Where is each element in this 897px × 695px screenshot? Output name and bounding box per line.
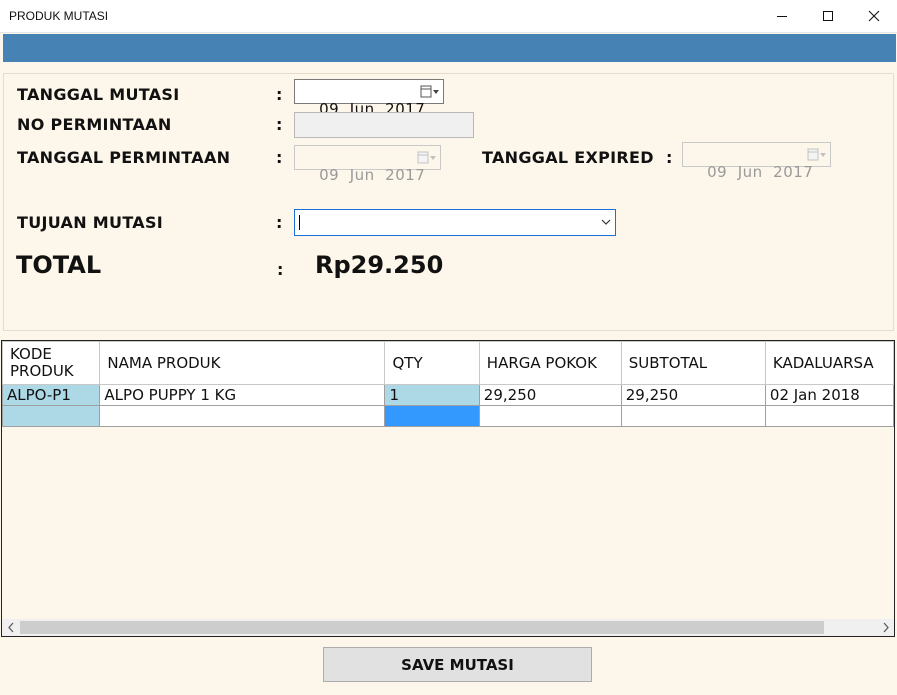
close-button[interactable] bbox=[851, 0, 897, 32]
header-bar bbox=[3, 34, 896, 62]
total-label: TOTAL bbox=[16, 251, 102, 279]
cell-subtotal[interactable]: 29,250 bbox=[620, 384, 766, 406]
minimize-button[interactable] bbox=[759, 0, 805, 32]
title-bar: PRODUK MUTASI bbox=[0, 0, 897, 33]
cell-qty-current[interactable] bbox=[384, 405, 480, 427]
cell-qty[interactable]: 1 bbox=[384, 384, 480, 406]
save-mutasi-button[interactable]: SAVE MUTASI bbox=[323, 647, 592, 682]
colon: : bbox=[276, 213, 283, 232]
tanggal-mutasi-label: TANGGAL MUTASI bbox=[17, 85, 180, 104]
cell-subtotal[interactable] bbox=[620, 405, 766, 427]
tujuan-mutasi-select[interactable] bbox=[294, 209, 616, 236]
calendar-icon bbox=[807, 148, 826, 161]
text-caret bbox=[299, 215, 300, 230]
tanggal-mutasi-picker[interactable]: 09 Jun 2017 bbox=[294, 79, 444, 118]
no-permintaan-label: NO PERMINTAAN bbox=[17, 115, 172, 134]
cell-kadaluarsa[interactable] bbox=[764, 405, 894, 427]
cell-kode-produk[interactable] bbox=[2, 405, 101, 427]
colon: : bbox=[666, 148, 673, 167]
table-row[interactable]: ALPO-P1 ALPO PUPPY 1 KG 1 29,250 29,250 … bbox=[2, 384, 894, 406]
cell-nama-produk[interactable] bbox=[99, 405, 386, 427]
scroll-right-icon[interactable] bbox=[882, 622, 890, 633]
column-header-nama-produk[interactable]: NAMA PRODUK bbox=[99, 341, 386, 385]
column-header-qty[interactable]: QTY bbox=[384, 341, 480, 385]
tanggal-expired-picker[interactable]: 09 Jun 2017 bbox=[682, 142, 831, 181]
column-header-subtotal[interactable]: SUBTOTAL bbox=[620, 341, 766, 385]
column-header-kadaluarsa[interactable]: KADALUARSA bbox=[764, 341, 894, 385]
table-header-row: KODE PRODUK NAMA PRODUK QTY HARGA POKOK … bbox=[2, 341, 894, 385]
total-value: Rp29.250 bbox=[315, 251, 444, 279]
tanggal-permintaan-label: TANGGAL PERMINTAAN bbox=[17, 148, 231, 167]
maximize-button[interactable] bbox=[805, 0, 851, 32]
colon: : bbox=[276, 148, 283, 167]
colon: : bbox=[276, 115, 283, 134]
product-grid[interactable]: KODE PRODUK NAMA PRODUK QTY HARGA POKOK … bbox=[1, 340, 895, 637]
cell-harga-pokok[interactable]: 29,250 bbox=[478, 384, 622, 406]
table-row-new[interactable] bbox=[2, 405, 894, 427]
calendar-icon[interactable] bbox=[419, 84, 441, 99]
no-permintaan-field[interactable] bbox=[294, 112, 474, 138]
cell-kadaluarsa[interactable]: 02 Jan 2018 bbox=[764, 384, 894, 406]
column-header-harga-pokok[interactable]: HARGA POKOK bbox=[478, 341, 622, 385]
column-header-kode-produk[interactable]: KODE PRODUK bbox=[2, 341, 101, 385]
close-icon bbox=[868, 10, 880, 22]
tanggal-permintaan-value: 09 Jun 2017 bbox=[319, 166, 426, 184]
tanggal-permintaan-picker[interactable]: 09 Jun 2017 bbox=[294, 145, 441, 184]
colon: : bbox=[276, 85, 283, 104]
tanggal-expired-label: TANGGAL EXPIRED bbox=[482, 148, 654, 167]
cell-kode-produk[interactable]: ALPO-P1 bbox=[2, 384, 101, 406]
tanggal-expired-value: 09 Jun 2017 bbox=[707, 163, 814, 181]
window-title: PRODUK MUTASI bbox=[9, 9, 109, 23]
cell-harga-pokok[interactable] bbox=[478, 405, 622, 427]
cell-nama-produk[interactable]: ALPO PUPPY 1 KG bbox=[99, 384, 386, 406]
maximize-icon bbox=[823, 11, 833, 21]
scrollbar-thumb[interactable] bbox=[20, 621, 824, 634]
chevron-down-icon[interactable] bbox=[601, 218, 611, 226]
colon: : bbox=[277, 260, 284, 279]
minimize-icon bbox=[777, 16, 787, 17]
product-table: KODE PRODUK NAMA PRODUK QTY HARGA POKOK … bbox=[2, 341, 894, 427]
tujuan-mutasi-label: TUJUAN MUTASI bbox=[17, 213, 164, 232]
form-panel: TANGGAL MUTASI : 09 Jun 2017 NO PERMINTA… bbox=[3, 73, 894, 331]
calendar-icon bbox=[417, 151, 436, 164]
horizontal-scrollbar[interactable] bbox=[2, 619, 894, 636]
scroll-left-icon[interactable] bbox=[7, 622, 15, 633]
